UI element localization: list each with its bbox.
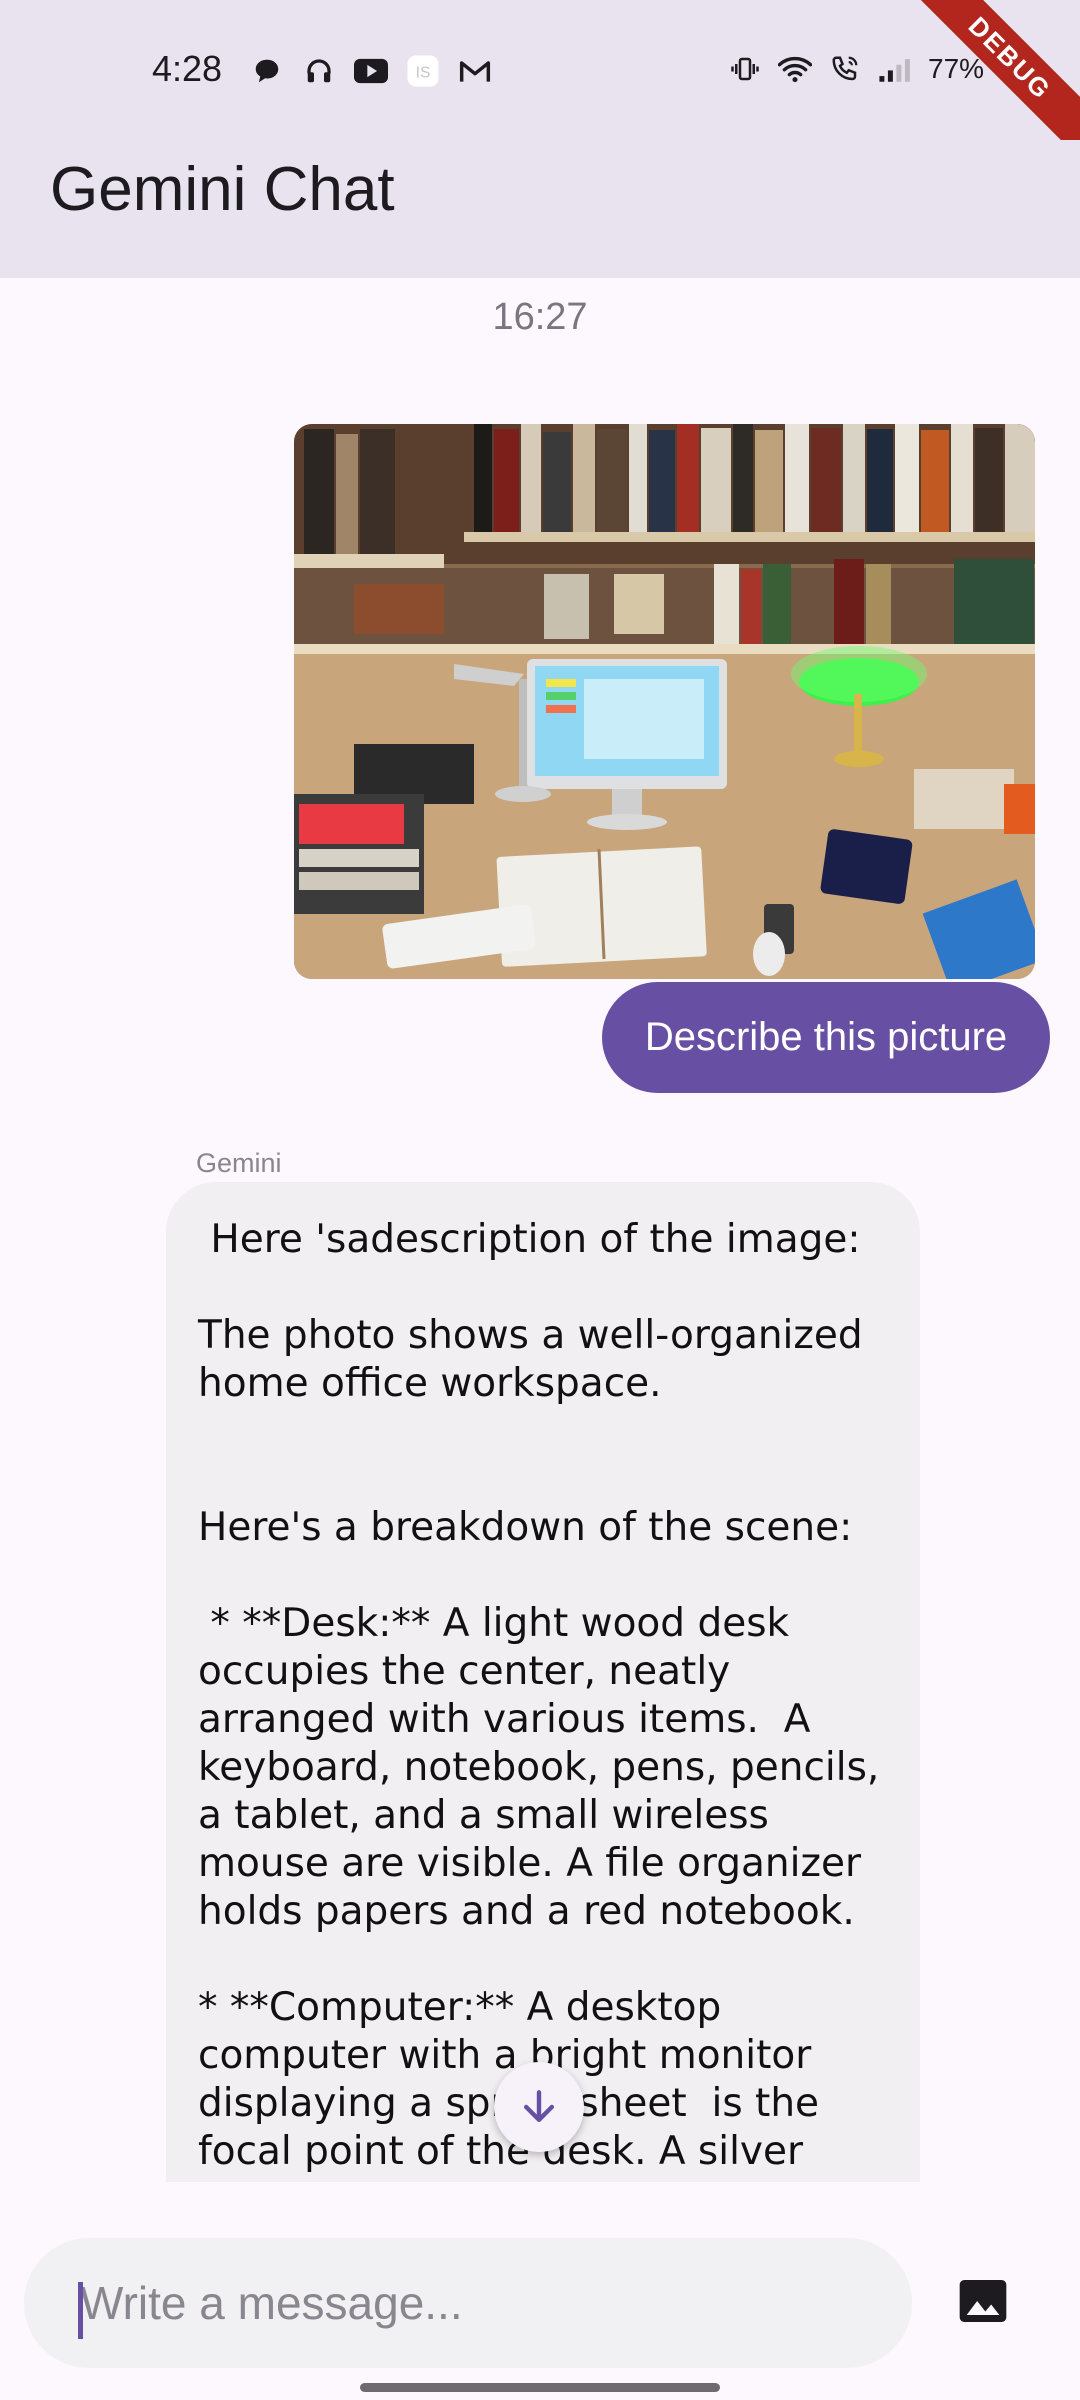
text-cursor — [78, 2282, 83, 2339]
vibrate-icon — [728, 52, 762, 86]
is-app-icon: IS — [406, 54, 440, 88]
bot-sender-label: Gemini — [196, 1148, 282, 1178]
attached-photo[interactable] — [294, 424, 1035, 979]
app-title: Gemini Chat — [50, 155, 395, 224]
office-desk-image — [294, 424, 1035, 979]
tablet — [820, 829, 913, 904]
svg-text:IS: IS — [416, 64, 431, 81]
attach-image-button[interactable] — [955, 2273, 1011, 2329]
home-indicator[interactable] — [360, 2383, 720, 2392]
wifi-calling-icon — [828, 52, 862, 86]
notification-icons: IS — [250, 54, 492, 88]
status-time: 4:28 — [152, 48, 223, 89]
youtube-icon — [354, 54, 388, 88]
headphones-icon — [302, 54, 336, 88]
chat-bubble-icon — [250, 54, 284, 88]
gmail-icon — [458, 54, 492, 88]
signal-icon — [878, 52, 912, 86]
scroll-down-button[interactable] — [494, 2062, 584, 2152]
message-input[interactable] — [80, 2268, 880, 2338]
arrow-down-icon — [523, 2090, 555, 2123]
user-message-text: Describe this picture — [644, 1015, 1008, 1059]
user-message-bubble[interactable]: Describe this picture — [602, 982, 1050, 1093]
bot-message-text: Here 'sadescription of the image: The ph… — [198, 1217, 880, 2182]
wifi-icon — [778, 52, 812, 86]
status-bar: 4:28 IS 77% DEBUG — [0, 0, 1080, 166]
file-organizer — [294, 794, 424, 914]
bot-message-bubble[interactable]: Here 'sadescription of the image: The ph… — [166, 1182, 920, 2182]
battery-percent: 77% — [928, 53, 985, 84]
image-icon — [959, 2280, 1007, 2322]
message-timestamp: 16:27 — [492, 296, 588, 338]
